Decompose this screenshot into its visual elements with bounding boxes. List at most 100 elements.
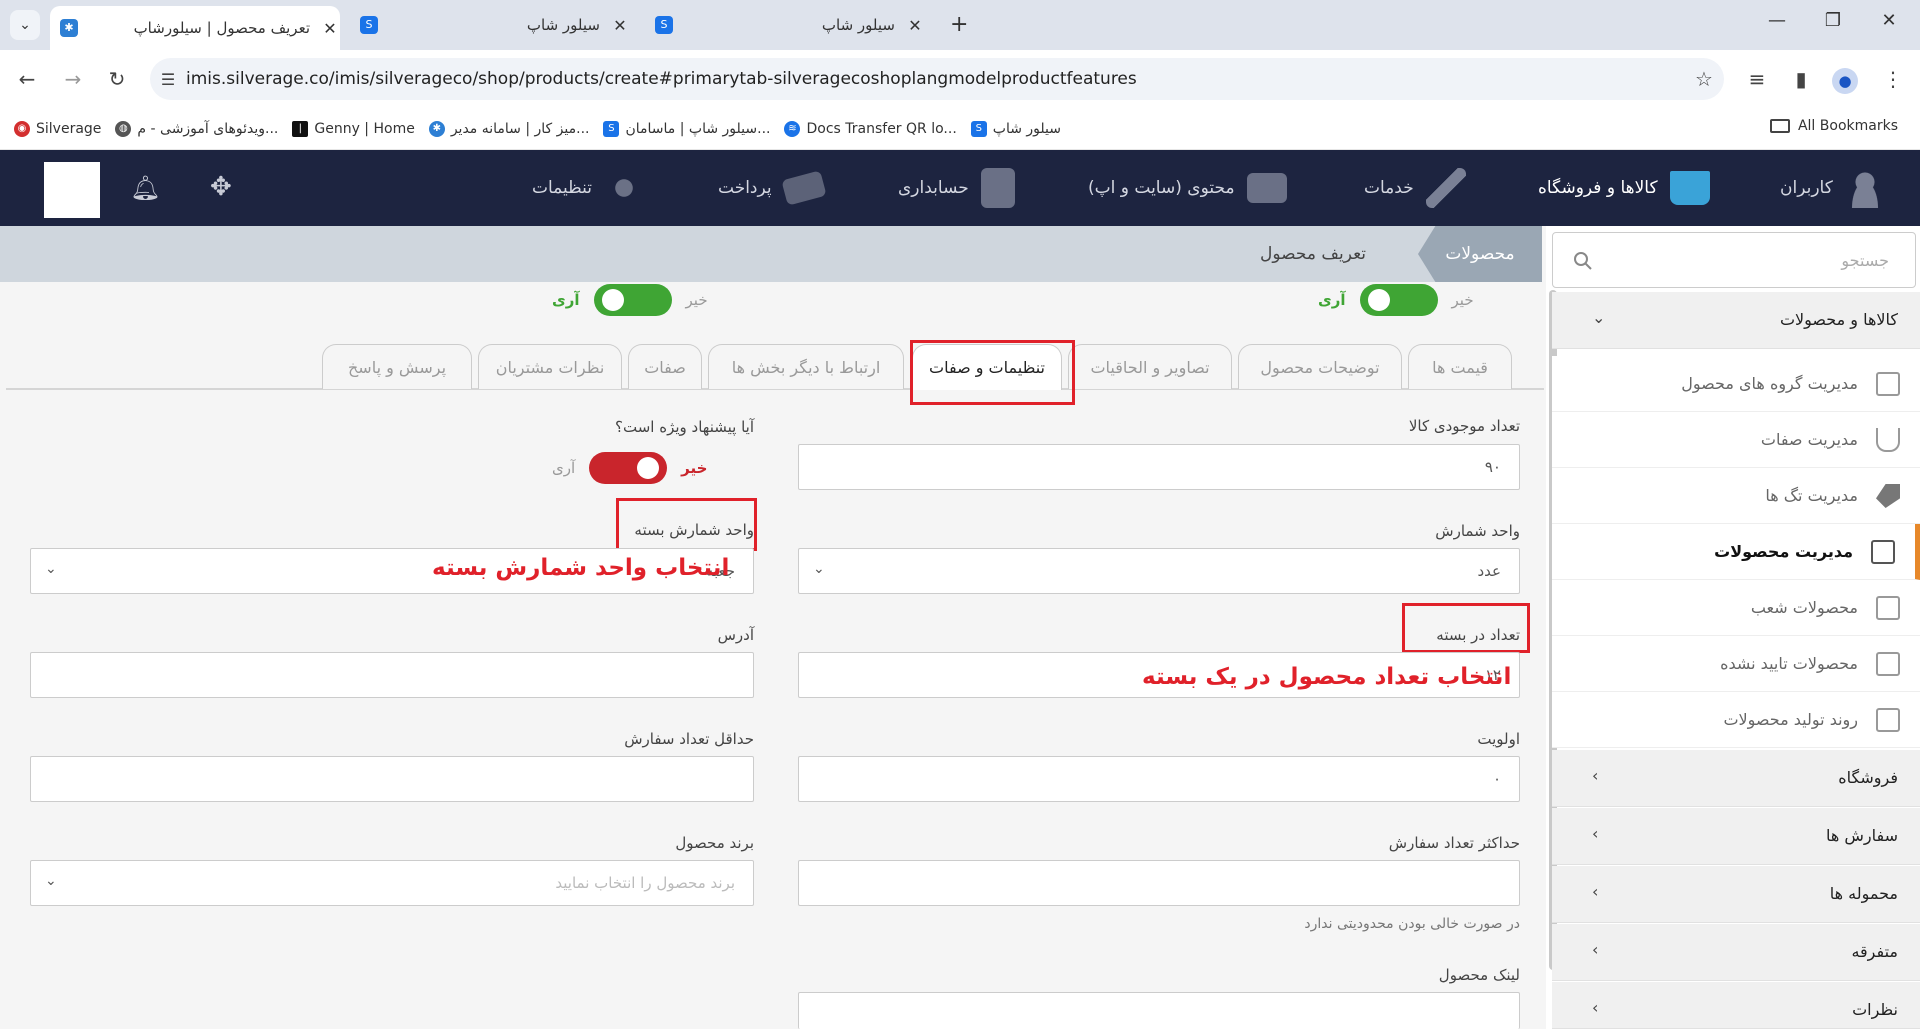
nav-item-users[interactable]: کاربران [1780,150,1885,226]
breadcrumb-products[interactable]: محصولات [1418,226,1542,282]
max-order-input[interactable] [798,860,1520,906]
sidebar-item-product-groups[interactable]: مدیریت گروه های محصول [1552,356,1920,412]
nav-item-services[interactable]: خدمات [1364,150,1466,226]
bookmark-item[interactable]: | Genny | Home [292,120,415,137]
brand-select[interactable]: برند محصول را انتخاب نمایید ⌄ [30,860,754,906]
app-top-nav: 🔔︎ ✥ تنظیمات پرداخت حسابداری محتوی (سایت… [0,150,1920,226]
wifi-icon: ≋ [784,120,801,137]
priority-label: اولویت [1477,730,1520,748]
brand-label: برند محصول [675,834,754,852]
sidebar-item-production-flow[interactable]: روند تولید محصولات [1552,692,1920,748]
tab-qa[interactable]: پرسش و پاسخ [322,344,472,389]
link-label: لینک محصول [1438,966,1520,984]
sidebar-item-branch-products[interactable]: محصولات شعب [1552,580,1920,636]
site-settings-icon[interactable]: ☰ [150,70,186,89]
address-input[interactable] [30,652,754,698]
min-order-label: حداقل تعداد سفارش [624,730,754,748]
close-tab-icon[interactable]: ✕ [610,16,630,35]
all-bookmarks-button[interactable]: All Bookmarks [1769,118,1898,134]
tab-attributes[interactable]: صفات [628,344,702,389]
nav-item-products-store[interactable]: کالاها و فروشگاه [1538,150,1710,226]
box-icon [1876,372,1900,396]
pack-count-label: تعداد در بسته [1436,626,1520,644]
nav-item-payment[interactable]: پرداخت [718,150,827,226]
chevron-left-icon: ‹ [1592,998,1599,1017]
close-window-icon[interactable]: ✕ [1874,10,1904,31]
chevron-down-icon: ⌄ [45,561,57,577]
max-order-hint: در صورت خالی بودن محدودیتی ندارد [1304,916,1520,932]
profile-avatar-icon[interactable]: ● [1830,64,1860,94]
silverage-logo-icon: ◉ [14,120,30,137]
max-order-label: حداکثر تعداد سفارش [1388,834,1520,852]
sidebar-group-reviews[interactable]: نظرات ‹ [1552,982,1920,1029]
bookmark-item[interactable]: S سیلور شاپ | ماسامان... [603,120,770,137]
minimize-icon[interactable]: — [1762,10,1792,31]
move-cross-icon[interactable]: ✥ [210,172,232,202]
close-tab-icon[interactable]: ✕ [320,19,340,38]
back-arrow-icon[interactable]: ← [12,64,42,94]
toggle-switch[interactable] [593,284,672,316]
browser-tab[interactable]: S سیلور شاپ ✕ [645,6,925,44]
special-offer-label: آیا پیشنهاد ویژه است؟ [615,418,754,436]
tab-relations[interactable]: ارتباط با دیگر بخش ها [708,344,904,389]
browser-tab-active[interactable]: ✱ تعریف محصول | سیلورشاپ ✕ [50,6,340,50]
nav-item-content[interactable]: محتوی (سایت و اپ) [1088,150,1287,226]
sidebar-item-unapproved-products[interactable]: محصولات تایید نشده [1552,636,1920,692]
nav-item-settings[interactable]: تنظیمات [532,150,644,226]
folder-icon [1769,119,1790,133]
bookmark-item[interactable]: ✱ میز کار | سامانه مدیر... [428,120,589,137]
url-bar[interactable]: ☰ imis.silverage.co/imis/silverageco/sho… [150,58,1724,100]
sidebar-item-attributes[interactable]: مدیریت صفات [1552,412,1920,468]
priority-input[interactable]: ۰ [798,756,1520,802]
sidebar-group-orders[interactable]: سفارش ها ‹ [1552,808,1920,865]
sidebar-search-input[interactable]: جستجو [1552,232,1916,288]
side-panel-icon[interactable]: ▮ [1786,64,1816,94]
restore-icon[interactable]: ❐ [1818,10,1848,31]
sidebar-item-manage-products[interactable]: مدیریت محصولات [1552,524,1920,580]
bookmark-item[interactable]: ◉ Silverage [14,120,101,137]
pack-unit-label: واحد شمارش بسته [634,521,754,539]
tab-customer-reviews[interactable]: نظرات مشتریان [478,344,622,389]
tab-search-button[interactable]: ⌄ [10,10,40,40]
browser-tab[interactable]: S سیلور شاپ ✕ [350,6,630,44]
bookmark-item[interactable]: ≋ Docs Transfer QR lo... [784,120,957,137]
bell-icon[interactable]: 🔔︎ [130,174,160,202]
tab-prices[interactable]: قیمت ها [1408,344,1512,389]
browser-menu-icon[interactable]: ⋮ [1878,64,1908,94]
toggle-row-right: آری خیر [1318,284,1474,316]
folder-icon [1246,173,1287,203]
search-icon [1574,252,1592,270]
sidebar-item-tags[interactable]: مدیریت تگ ها [1552,468,1920,524]
reload-icon[interactable]: ↻ [102,64,132,94]
bookmark-item[interactable]: S سیلور شاپ [970,120,1061,137]
nav-item-accounting[interactable]: حسابداری [898,150,1015,226]
globe-icon: ◍ [115,120,132,137]
browser-tab-bar: ⌄ ✱ تعریف محصول | سیلورشاپ ✕ S سیلور شاپ… [0,0,1920,50]
annotation-pack-unit: انتخاب واحد شمارش بسته [432,555,730,581]
chevron-left-icon: ‹ [1592,824,1599,843]
special-offer-toggle-row: آری خیر [552,452,707,484]
bookmark-item[interactable]: ◍ ویدئوهای آموزشی - م... [115,120,278,137]
new-tab-button[interactable]: + [950,12,968,37]
link-input[interactable] [798,992,1520,1029]
stock-input[interactable]: ۹۰ [798,444,1520,490]
unit-select[interactable]: عدد ⌄ [798,548,1520,594]
silverage-favicon-icon: ✱ [428,120,445,137]
tab-images[interactable]: تصاویر و الحاقیات [1068,344,1232,389]
bookmark-star-icon[interactable]: ☆ [1684,67,1724,91]
sidebar-group-products[interactable]: کالاها و محصولات ⌄ [1552,292,1920,349]
media-control-icon[interactable]: ≡ [1742,64,1772,94]
chevron-down-icon: ⌄ [813,561,825,577]
sidebar-group-shipments[interactable]: محموله ها ‹ [1552,866,1920,923]
forward-arrow-icon[interactable]: → [58,64,88,94]
crown-icon [1876,428,1900,452]
box-icon [1876,596,1900,620]
tab-description[interactable]: توضیحات محصول [1238,344,1402,389]
toggle-switch[interactable] [1359,284,1438,316]
special-offer-toggle[interactable] [589,452,668,484]
close-tab-icon[interactable]: ✕ [905,16,925,35]
app-logo[interactable] [44,162,100,218]
sidebar-group-store[interactable]: فروشگاه ‹ [1552,750,1920,807]
sidebar-group-misc[interactable]: متفرقه ‹ [1552,924,1920,981]
min-order-input[interactable] [30,756,754,802]
